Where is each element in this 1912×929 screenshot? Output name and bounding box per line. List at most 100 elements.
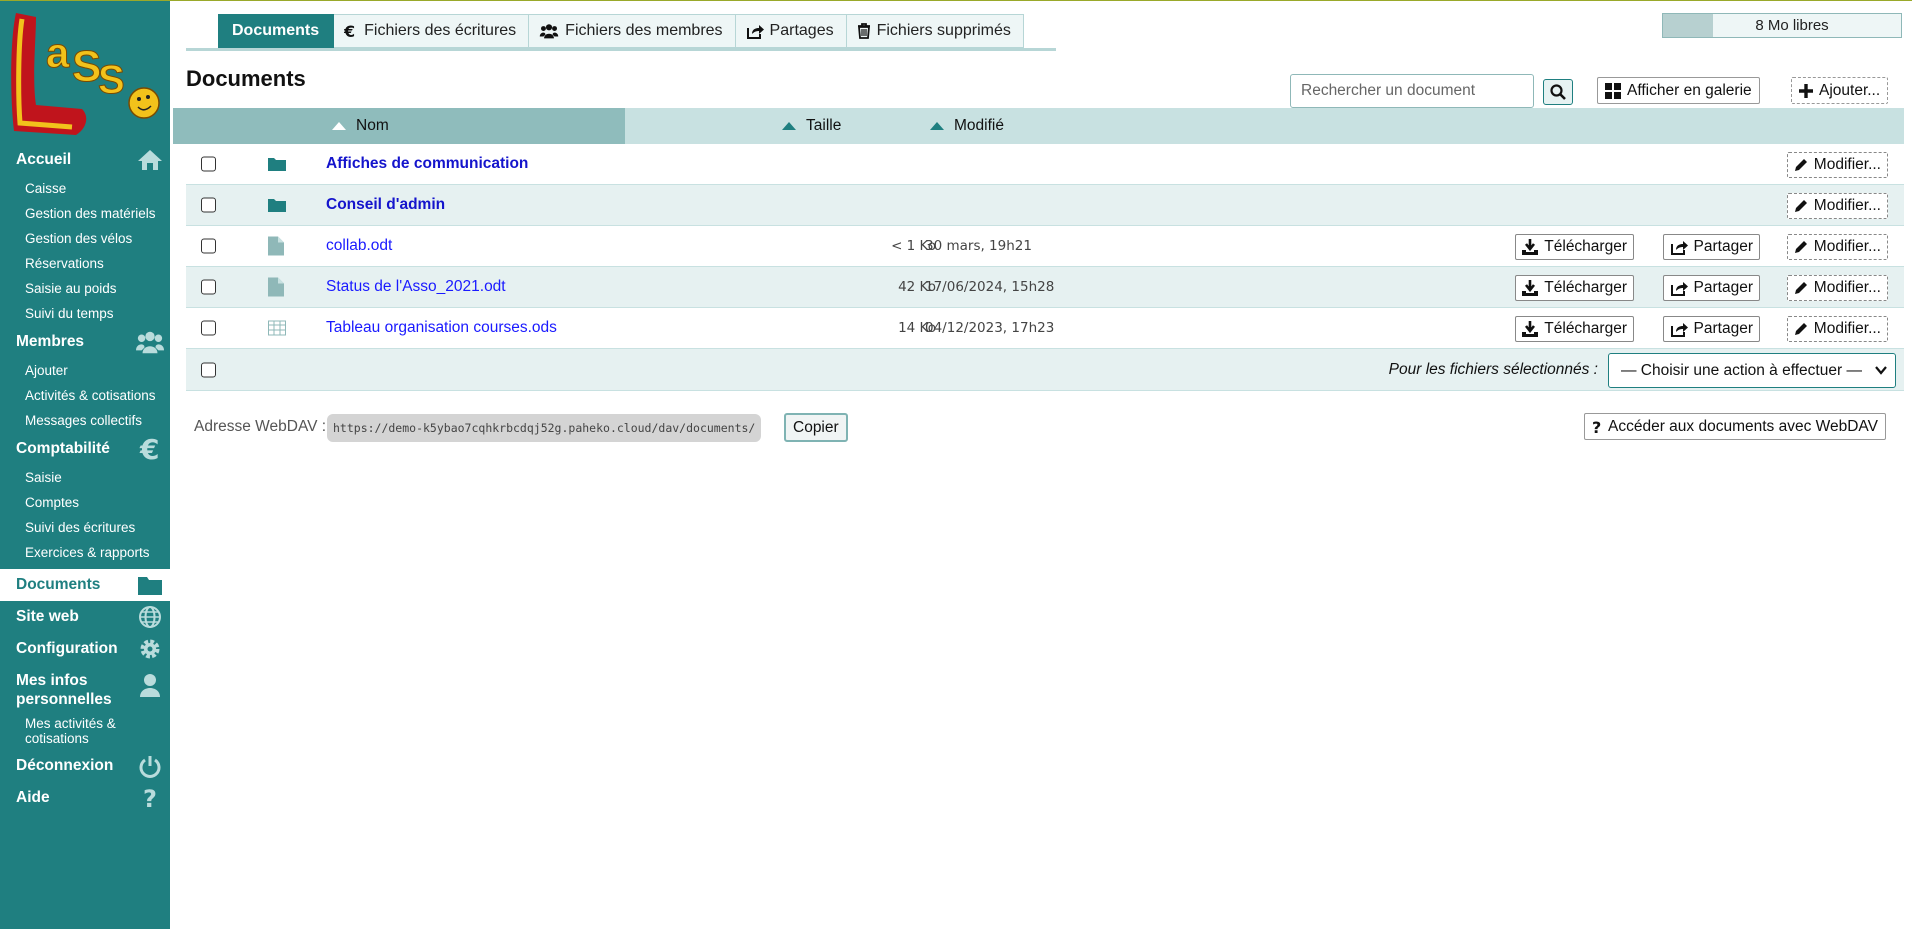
column-size[interactable]: Taille xyxy=(782,108,841,144)
nav-ajouter[interactable]: Ajouter xyxy=(0,358,170,383)
nav-comptabilite[interactable]: Comptabilité € xyxy=(0,433,170,465)
row-checkbox[interactable] xyxy=(201,238,216,254)
nav-comptes[interactable]: Comptes xyxy=(0,490,170,515)
bulk-action-select[interactable]: — Choisir une action à effectuer — xyxy=(1608,353,1896,388)
edit-button[interactable]: Modifier... xyxy=(1786,275,1888,301)
gallery-label: Afficher en galerie xyxy=(1627,81,1752,99)
download-label: Télécharger xyxy=(1544,238,1627,255)
add-button[interactable]: Ajouter... xyxy=(1791,77,1889,104)
edit-label: Modifier... xyxy=(1813,279,1881,296)
gallery-view-button[interactable]: Afficher en galerie xyxy=(1597,77,1760,104)
nav-configuration[interactable]: Configuration xyxy=(0,633,170,665)
column-modified[interactable]: Modifié xyxy=(930,108,1004,144)
select-all-footer-checkbox[interactable] xyxy=(201,362,216,377)
nav-saisie[interactable]: Saisie xyxy=(0,465,170,490)
nav-label: Documents xyxy=(16,576,101,593)
document-icon xyxy=(268,236,284,256)
euro-icon: € xyxy=(136,435,164,463)
nav-label: Accueil xyxy=(16,151,72,168)
user-icon xyxy=(136,671,164,699)
webdav-url[interactable]: https://demo-k5ybao7cqhkrbcdqj52g.paheko… xyxy=(327,414,762,442)
download-icon xyxy=(1522,280,1539,296)
nav-activites-cotisations[interactable]: Activités & cotisations xyxy=(0,383,170,408)
trash-icon xyxy=(857,23,870,39)
row-checkbox[interactable] xyxy=(201,156,216,172)
download-button[interactable]: Télécharger xyxy=(1515,316,1634,342)
gear-icon xyxy=(136,635,164,663)
svg-text:S: S xyxy=(98,58,125,102)
search-button[interactable] xyxy=(1543,79,1573,105)
share-label: Partager xyxy=(1693,320,1753,337)
download-label: Télécharger xyxy=(1544,320,1627,337)
sort-asc-icon xyxy=(332,122,346,130)
nav-mes-activites[interactable]: Mes activités & cotisations xyxy=(0,712,130,750)
grid-icon xyxy=(1605,82,1621,99)
nav-documents[interactable]: Documents xyxy=(0,569,170,601)
share-button[interactable]: Partager xyxy=(1662,275,1760,301)
tab-partages[interactable]: Partages xyxy=(735,14,847,48)
file-link[interactable]: collab.odt xyxy=(326,237,392,255)
svg-text:?: ? xyxy=(1592,419,1601,435)
table-row: collab.odt < 1 Ko 30 mars, 19h21 Télécha… xyxy=(186,226,1904,267)
nav-membres[interactable]: Membres xyxy=(0,326,170,358)
svg-text:a: a xyxy=(46,29,70,76)
download-button[interactable]: Télécharger xyxy=(1515,275,1634,301)
users-icon xyxy=(539,24,559,39)
share-button[interactable]: Partager xyxy=(1662,316,1760,342)
nav-label: Déconnexion xyxy=(16,757,114,774)
table-row: Status de l'Asso_2021.odt 42 Ko 17/06/20… xyxy=(186,267,1904,308)
tab-label: Fichiers des écritures xyxy=(364,22,517,39)
nav-label: Site web xyxy=(16,608,79,625)
nav-suivi-ecritures[interactable]: Suivi des écritures xyxy=(0,515,170,540)
bulk-action-label: Pour les fichiers sélectionnés : xyxy=(1388,360,1598,378)
nav-gestion-velos[interactable]: Gestion des vélos xyxy=(0,226,170,251)
tab-label: Fichiers des membres xyxy=(565,22,723,39)
nav-reservations[interactable]: Réservations xyxy=(0,251,170,276)
nav-gestion-materiels[interactable]: Gestion des matériels xyxy=(0,201,170,226)
share-icon xyxy=(1670,241,1688,255)
lasso-logo[interactable]: a S S xyxy=(6,9,164,137)
storage-quota: 8 Mo libres xyxy=(1662,13,1902,38)
nav-messages-collectifs[interactable]: Messages collectifs xyxy=(0,408,170,433)
edit-button[interactable]: Modifier... xyxy=(1786,193,1888,219)
file-modified: 04/12/2023, 17h23 xyxy=(925,320,1055,336)
nav-saisie-poids[interactable]: Saisie au poids xyxy=(0,276,170,301)
nav-caisse[interactable]: Caisse xyxy=(0,176,170,201)
copy-button[interactable]: Copier xyxy=(784,413,848,442)
edit-button[interactable]: Modifier... xyxy=(1786,234,1888,260)
column-label: Taille xyxy=(806,117,842,134)
nav-accueil[interactable]: Accueil xyxy=(0,144,170,176)
row-checkbox[interactable] xyxy=(201,197,216,213)
nav-suivi-temps[interactable]: Suivi du temps xyxy=(0,301,170,326)
row-checkbox[interactable] xyxy=(201,279,216,295)
column-name[interactable]: Nom xyxy=(173,108,625,144)
webdav-access-button[interactable]: ? Accéder aux documents avec WebDAV xyxy=(1584,413,1886,440)
search-input[interactable] xyxy=(1290,74,1534,108)
nav-exercices-rapports[interactable]: Exercices & rapports xyxy=(0,540,170,565)
share-button[interactable]: Partager xyxy=(1662,234,1760,260)
nav-deconnexion[interactable]: Déconnexion xyxy=(0,750,170,782)
file-link[interactable]: Tableau organisation courses.ods xyxy=(326,319,557,337)
column-label: Nom xyxy=(356,117,389,134)
file-link[interactable]: Affiches de communication xyxy=(326,155,528,173)
file-link[interactable]: Conseil d'admin xyxy=(326,196,445,214)
tab-fichiers-ecritures[interactable]: € Fichiers des écritures xyxy=(334,14,530,48)
edit-button[interactable]: Modifier... xyxy=(1786,152,1888,178)
share-label: Partager xyxy=(1693,238,1753,255)
table-row: Conseil d'admin Modifier... xyxy=(186,185,1904,226)
nav-mes-infos[interactable]: Mes infos personnelles xyxy=(0,665,170,712)
row-checkbox[interactable] xyxy=(201,320,216,336)
users-icon xyxy=(136,328,164,356)
tab-fichiers-membres[interactable]: Fichiers des membres xyxy=(529,14,736,48)
nav-aide[interactable]: Aide ? xyxy=(0,782,170,814)
edit-button[interactable]: Modifier... xyxy=(1786,316,1888,342)
tab-fichiers-supprimes[interactable]: Fichiers supprimés xyxy=(846,14,1024,48)
download-button[interactable]: Télécharger xyxy=(1515,234,1634,260)
search-icon xyxy=(1550,84,1566,100)
spreadsheet-icon xyxy=(268,320,286,336)
nav-site-web[interactable]: Site web xyxy=(0,601,170,633)
file-link[interactable]: Status de l'Asso_2021.odt xyxy=(326,278,506,296)
tab-documents[interactable]: Documents xyxy=(218,14,335,48)
nav-label: Comptabilité xyxy=(16,440,110,457)
tab-label: Partages xyxy=(769,22,834,39)
